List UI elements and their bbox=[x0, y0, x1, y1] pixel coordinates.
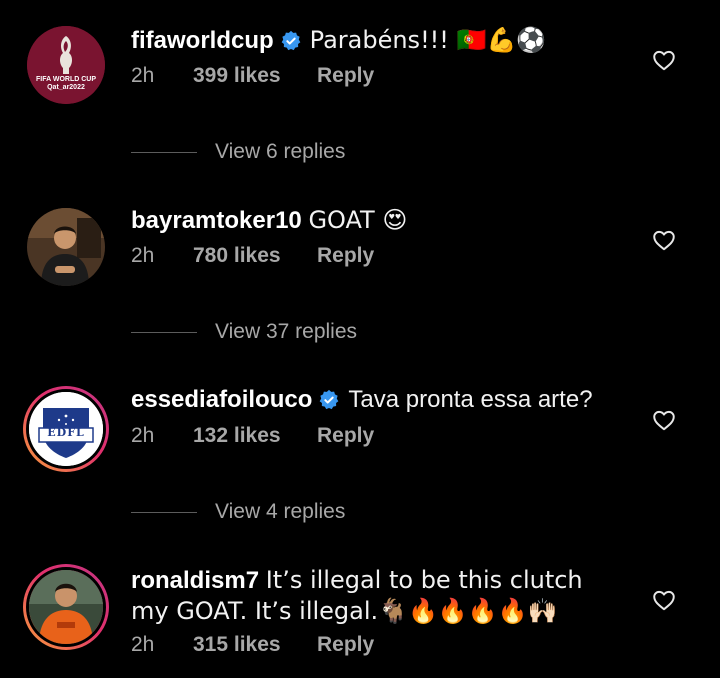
view-replies-line bbox=[131, 511, 197, 513]
avatar-essediafoilouco[interactable]: EDFL bbox=[23, 386, 109, 472]
fifa-trophy-logo bbox=[27, 26, 105, 104]
comment-time: 2h bbox=[131, 64, 155, 87]
comment-meta: 2h 780 likes Reply bbox=[131, 244, 374, 268]
comment-meta: 2h 399 likes Reply bbox=[131, 64, 374, 88]
comment-likes[interactable]: 315 likes bbox=[193, 633, 317, 657]
avatar-inner bbox=[26, 567, 106, 647]
comment-username[interactable]: essediafoilouco bbox=[131, 386, 312, 413]
avatar-fifaworldcup[interactable]: FIFA WORLD CUP Qat_ar2022 bbox=[27, 26, 105, 104]
heart-icon[interactable] bbox=[651, 47, 677, 73]
heart-icon[interactable] bbox=[651, 407, 677, 433]
view-replies-line bbox=[131, 151, 197, 153]
avatar-caption: EDFL bbox=[47, 426, 85, 439]
reply-button[interactable]: Reply bbox=[317, 64, 374, 88]
comment-body: ronaldism7 It’s illegal to be this clutc… bbox=[131, 565, 591, 627]
avatar-caption: FIFA WORLD CUP Qat_ar2022 bbox=[35, 76, 96, 91]
comment-meta: 2h 132 likes Reply bbox=[131, 424, 374, 448]
reply-button[interactable]: Reply bbox=[317, 244, 374, 268]
comment-time: 2h bbox=[131, 424, 155, 447]
view-replies-label: View 4 replies bbox=[215, 500, 346, 523]
heart-icon[interactable] bbox=[651, 587, 677, 613]
reply-button[interactable]: Reply bbox=[317, 633, 374, 657]
profile-photo bbox=[27, 208, 105, 286]
comment-username[interactable]: ronaldism7 bbox=[131, 567, 259, 594]
view-replies-label: View 37 replies bbox=[215, 320, 358, 343]
avatar-bayramtoker10[interactable] bbox=[27, 208, 105, 286]
comment-username[interactable]: bayramtoker10 bbox=[131, 207, 302, 234]
view-replies-button[interactable]: View 37 replies bbox=[131, 320, 357, 344]
reply-button[interactable]: Reply bbox=[317, 424, 374, 448]
view-replies-label: View 6 replies bbox=[215, 140, 346, 163]
verified-badge-icon bbox=[280, 30, 302, 60]
comment-likes[interactable]: 132 likes bbox=[193, 424, 317, 448]
comment-text: Parabéns!!! 🇵🇹💪⚽ bbox=[309, 26, 547, 54]
verified-badge-icon bbox=[318, 389, 340, 419]
comment-body: essediafoilouco Tava pronta essa arte? bbox=[131, 385, 601, 419]
view-replies-line bbox=[131, 331, 197, 333]
view-replies-button[interactable]: View 4 replies bbox=[131, 500, 345, 524]
comment-text: GOAT 😍 bbox=[308, 206, 408, 234]
comment-time: 2h bbox=[131, 244, 155, 267]
avatar-inner: EDFL bbox=[26, 389, 106, 469]
comment-text: Tava pronta essa arte? bbox=[348, 386, 593, 413]
view-replies-button[interactable]: View 6 replies bbox=[131, 140, 345, 164]
comment-time: 2h bbox=[131, 633, 155, 656]
comment-body: bayramtoker10 GOAT 😍 bbox=[131, 205, 601, 236]
profile-photo bbox=[29, 570, 103, 644]
comment-body: fifaworldcup Parabéns!!! 🇵🇹💪⚽ bbox=[131, 25, 601, 60]
comment-meta: 2h 315 likes Reply bbox=[131, 633, 374, 657]
heart-icon[interactable] bbox=[651, 227, 677, 253]
avatar-ronaldism7[interactable] bbox=[23, 564, 109, 650]
comment-likes[interactable]: 399 likes bbox=[193, 64, 317, 88]
comment-likes[interactable]: 780 likes bbox=[193, 244, 317, 268]
comment-username[interactable]: fifaworldcup bbox=[131, 27, 274, 54]
